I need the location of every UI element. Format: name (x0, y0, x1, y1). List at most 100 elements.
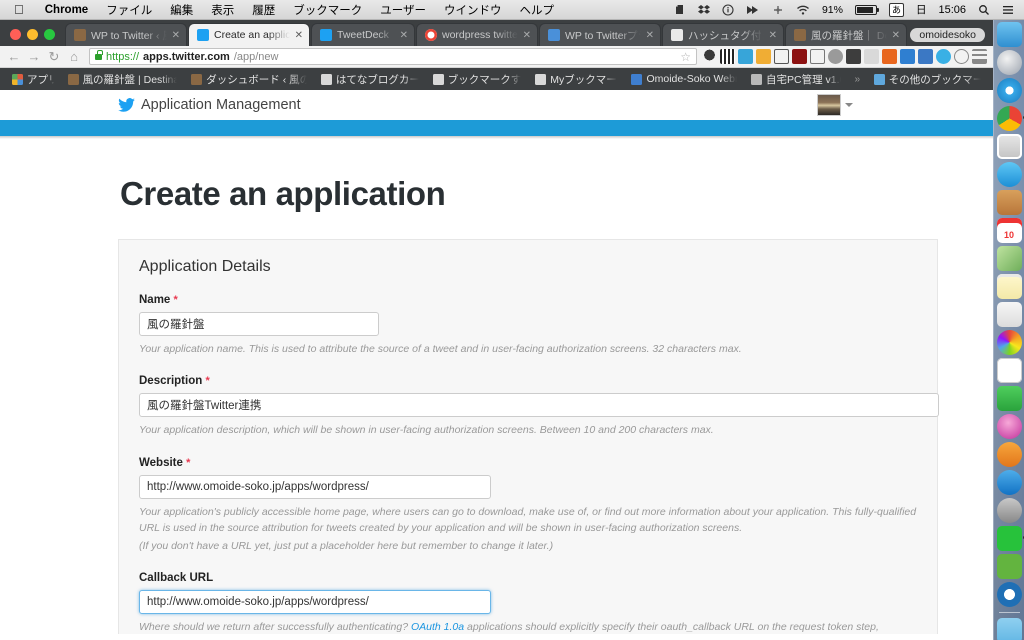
pocket-icon[interactable] (846, 49, 861, 64)
info-circle-icon[interactable] (716, 4, 740, 16)
cloud-icon[interactable] (936, 49, 951, 64)
star-icon[interactable]: ☆ (680, 50, 691, 64)
chrome-profile-button[interactable]: omoidesoko (910, 28, 985, 42)
window-traffic-lights[interactable] (8, 29, 65, 46)
menu-item-view[interactable]: 表示 (202, 2, 243, 18)
evernote-icon[interactable] (668, 4, 692, 16)
maximize-window-button[interactable] (44, 29, 55, 40)
menu-app-name[interactable]: Chrome (36, 4, 97, 16)
bookmark-apps[interactable]: アプリ (6, 71, 60, 88)
evernote-icon[interactable] (997, 554, 1022, 579)
website-input[interactable] (139, 475, 491, 499)
browser-tab[interactable]: TweetDeck ✕ (311, 23, 415, 46)
account-menu[interactable] (817, 94, 993, 116)
close-tab-icon[interactable]: ✕ (892, 30, 900, 41)
reload-icon[interactable]: ↻ (44, 49, 64, 65)
photos-icon[interactable] (997, 330, 1022, 355)
home-icon[interactable]: ⌂ (64, 49, 84, 64)
bookmarks-overflow-button[interactable]: » (849, 72, 866, 86)
star-badge-icon[interactable] (756, 49, 771, 64)
bookmark-item[interactable]: Omoide-Soko Webma (625, 72, 743, 86)
qr-code-icon[interactable] (720, 49, 735, 64)
calendar-icon[interactable]: 10 (997, 218, 1022, 243)
menu-item-file[interactable]: ファイル (97, 2, 161, 18)
back-icon[interactable]: ← (4, 49, 24, 64)
bookmark-item[interactable]: 風の羅針盤 | Destinatio (62, 71, 184, 88)
close-tab-icon[interactable]: ✕ (172, 30, 180, 41)
chart-gray-icon[interactable] (864, 49, 879, 64)
maps-icon[interactable] (997, 246, 1022, 271)
spotlight-search-icon[interactable] (972, 4, 996, 16)
notes-icon[interactable] (997, 274, 1022, 299)
name-input[interactable] (139, 312, 379, 336)
menu-item-edit[interactable]: 編集 (161, 2, 202, 18)
close-tab-icon[interactable]: ✕ (646, 30, 654, 41)
clock-label[interactable]: 15:06 (932, 4, 972, 16)
browser-tab-active[interactable]: Create an applicat ✕ (188, 23, 310, 46)
browser-tab[interactable]: ハッシュタグ付きで ✕ (662, 23, 784, 46)
forward-icon[interactable]: → (24, 49, 44, 64)
bookmark-item[interactable]: 自宅PC管理 v1.00 (745, 71, 847, 88)
menu-item-window[interactable]: ウインドウ (435, 2, 511, 18)
evernote-clip-icon[interactable] (900, 49, 915, 64)
finder-icon[interactable] (997, 22, 1022, 47)
minimize-window-button[interactable] (27, 29, 38, 40)
callback-url-input[interactable] (139, 590, 491, 614)
bookmark-item[interactable]: ダッシュボード ‹ 風の羅 (185, 71, 313, 88)
chart-orange-icon[interactable] (882, 49, 897, 64)
chrome-icon[interactable] (997, 106, 1022, 131)
pages-icon[interactable] (997, 358, 1022, 383)
launchpad-icon[interactable] (997, 50, 1022, 75)
info-icon[interactable] (954, 49, 969, 64)
close-tab-icon[interactable]: ✕ (400, 30, 408, 41)
notification-center-icon[interactable] (996, 4, 1024, 16)
browser-tab[interactable]: WP to Twitterプラ ✕ (539, 23, 661, 46)
downloads-folder-icon[interactable] (997, 618, 1022, 640)
chrome-menu-icon[interactable] (972, 49, 987, 64)
close-window-button[interactable] (10, 29, 21, 40)
safari-icon[interactable] (997, 78, 1022, 103)
ibooks-icon[interactable] (997, 442, 1022, 467)
scissors-icon[interactable] (738, 49, 753, 64)
blue-doc-icon[interactable] (918, 49, 933, 64)
battery-icon[interactable] (849, 5, 883, 15)
chevron-down-badge-icon[interactable] (828, 49, 843, 64)
facetime-icon[interactable] (997, 386, 1022, 411)
photos-frame-icon[interactable] (997, 134, 1022, 159)
menu-item-history[interactable]: 履歴 (243, 2, 284, 18)
contacts-icon[interactable] (997, 190, 1022, 215)
address-bar[interactable]: https://apps.twitter.com/app/new ☆ (89, 48, 697, 65)
amazon-icon[interactable] (702, 49, 717, 64)
avatar[interactable] (817, 94, 841, 116)
wifi-icon[interactable] (790, 4, 816, 16)
apple-menu-icon[interactable]:  (0, 3, 36, 16)
menu-item-help[interactable]: ヘルプ (510, 2, 563, 18)
dropbox-icon[interactable] (692, 4, 716, 16)
bookmark-item[interactable]: Myブックマーク (529, 71, 623, 88)
browser-tab[interactable]: WP to Twitter ‹ 風 ✕ (65, 23, 187, 46)
close-tab-icon[interactable]: ✕ (769, 30, 777, 41)
browser-tab[interactable]: 風の羅針盤｜ Desti ✕ (785, 23, 907, 46)
close-tab-icon[interactable]: ✕ (295, 30, 303, 41)
menu-item-bookmarks[interactable]: ブックマーク (284, 2, 371, 18)
chevron-down-icon[interactable] (845, 103, 853, 107)
reminders-icon[interactable] (997, 302, 1022, 327)
system-preferences-icon[interactable] (997, 498, 1022, 523)
airplay-icon[interactable] (766, 4, 790, 16)
bookmark-item[interactable]: はてなブログカード (315, 71, 425, 88)
other-bookmarks-folder[interactable]: その他のブックマーク (868, 71, 987, 88)
menu-item-user[interactable]: ユーザー (371, 2, 435, 18)
adobe-pdf-icon[interactable] (792, 49, 807, 64)
description-input[interactable] (139, 393, 939, 417)
arrows-icon[interactable] (740, 4, 766, 16)
browser-tab[interactable]: wordpress twitter ✕ (416, 23, 538, 46)
line-icon[interactable] (997, 526, 1022, 551)
messages-icon[interactable] (997, 162, 1022, 187)
itunes-icon[interactable] (997, 414, 1022, 439)
oauth-doc-link[interactable]: OAuth 1.0a (411, 621, 464, 633)
print-icon[interactable] (810, 49, 825, 64)
input-method-indicator[interactable]: あ (883, 3, 910, 17)
app-store-icon[interactable] (997, 470, 1022, 495)
mail-icon[interactable] (774, 49, 789, 64)
bookmark-item[interactable]: ブックマークする (427, 71, 527, 88)
